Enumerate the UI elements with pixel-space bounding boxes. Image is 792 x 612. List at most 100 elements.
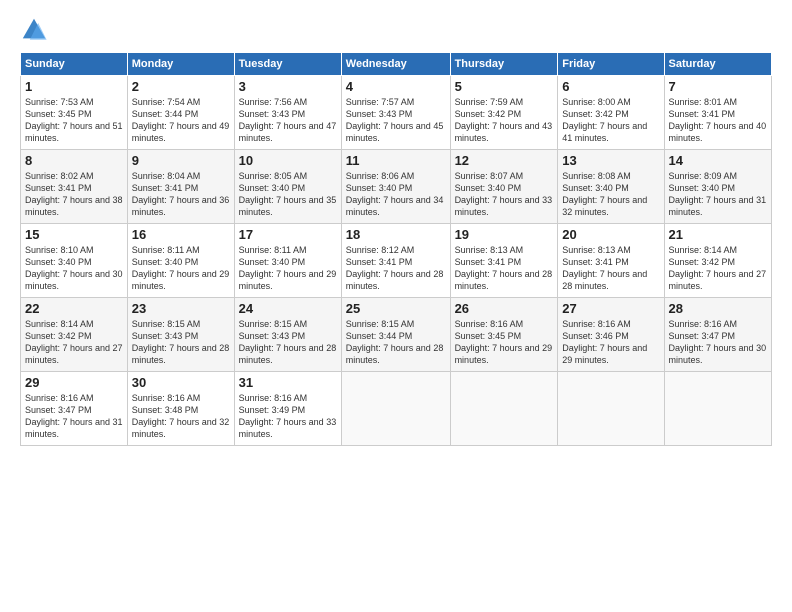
calendar-cell: 6 Sunrise: 8:00 AMSunset: 3:42 PMDaylight… xyxy=(558,76,664,150)
day-number: 11 xyxy=(346,153,446,168)
day-info: Sunrise: 8:15 AMSunset: 3:44 PMDaylight:… xyxy=(346,318,446,367)
page: SundayMondayTuesdayWednesdayThursdayFrid… xyxy=(0,0,792,612)
calendar-cell: 19 Sunrise: 8:13 AMSunset: 3:41 PMDayligh… xyxy=(450,224,558,298)
day-number: 9 xyxy=(132,153,230,168)
calendar-cell: 28Sunrise: 8:16 AMSunset: 3:47 PMDayligh… xyxy=(664,298,771,372)
calendar-cell: 23 Sunrise: 8:15 AMSunset: 3:43 PMDayligh… xyxy=(127,298,234,372)
day-number: 16 xyxy=(132,227,230,242)
calendar-cell: 4 Sunrise: 7:57 AMSunset: 3:43 PMDaylight… xyxy=(341,76,450,150)
day-info: Sunrise: 8:14 AMSunset: 3:42 PMDaylight:… xyxy=(669,244,767,293)
calendar-cell: 5 Sunrise: 7:59 AMSunset: 3:42 PMDaylight… xyxy=(450,76,558,150)
calendar-cell: 17 Sunrise: 8:11 AMSunset: 3:40 PMDayligh… xyxy=(234,224,341,298)
day-number: 30 xyxy=(132,375,230,390)
day-number: 14 xyxy=(669,153,767,168)
day-info: Sunrise: 8:10 AMSunset: 3:40 PMDaylight:… xyxy=(25,244,123,293)
day-info: Sunrise: 8:04 AMSunset: 3:41 PMDaylight:… xyxy=(132,170,230,219)
day-info: Sunrise: 8:01 AMSunset: 3:41 PMDaylight:… xyxy=(669,96,767,145)
calendar-cell: 24 Sunrise: 8:15 AMSunset: 3:43 PMDayligh… xyxy=(234,298,341,372)
calendar-cell: 9 Sunrise: 8:04 AMSunset: 3:41 PMDaylight… xyxy=(127,150,234,224)
col-header-saturday: Saturday xyxy=(664,53,771,76)
day-number: 18 xyxy=(346,227,446,242)
calendar-cell: 10Sunrise: 8:05 AMSunset: 3:40 PMDayligh… xyxy=(234,150,341,224)
day-info: Sunrise: 8:02 AMSunset: 3:41 PMDaylight:… xyxy=(25,170,123,219)
header-row: SundayMondayTuesdayWednesdayThursdayFrid… xyxy=(21,53,772,76)
day-number: 5 xyxy=(455,79,554,94)
calendar-cell: 25 Sunrise: 8:15 AMSunset: 3:44 PMDayligh… xyxy=(341,298,450,372)
day-info: Sunrise: 8:16 AMSunset: 3:46 PMDaylight:… xyxy=(562,318,659,367)
day-number: 2 xyxy=(132,79,230,94)
day-info: Sunrise: 8:13 AMSunset: 3:41 PMDaylight:… xyxy=(455,244,554,293)
day-info: Sunrise: 7:57 AMSunset: 3:43 PMDaylight:… xyxy=(346,96,446,145)
calendar-cell xyxy=(664,372,771,446)
col-header-thursday: Thursday xyxy=(450,53,558,76)
day-number: 6 xyxy=(562,79,659,94)
day-number: 20 xyxy=(562,227,659,242)
day-info: Sunrise: 8:14 AMSunset: 3:42 PMDaylight:… xyxy=(25,318,123,367)
calendar-cell: 11Sunrise: 8:06 AMSunset: 3:40 PMDayligh… xyxy=(341,150,450,224)
calendar-cell: 20Sunrise: 8:13 AMSunset: 3:41 PMDayligh… xyxy=(558,224,664,298)
day-number: 3 xyxy=(239,79,337,94)
calendar-cell xyxy=(450,372,558,446)
day-info: Sunrise: 8:16 AMSunset: 3:49 PMDaylight:… xyxy=(239,392,337,441)
calendar-cell: 31 Sunrise: 8:16 AMSunset: 3:49 PMDayligh… xyxy=(234,372,341,446)
logo xyxy=(20,16,52,44)
day-info: Sunrise: 7:59 AMSunset: 3:42 PMDaylight:… xyxy=(455,96,554,145)
calendar-cell: 13 Sunrise: 8:08 AMSunset: 3:40 PMDayligh… xyxy=(558,150,664,224)
calendar-cell: 15Sunrise: 8:10 AMSunset: 3:40 PMDayligh… xyxy=(21,224,128,298)
day-number: 8 xyxy=(25,153,123,168)
col-header-sunday: Sunday xyxy=(21,53,128,76)
day-info: Sunrise: 8:05 AMSunset: 3:40 PMDaylight:… xyxy=(239,170,337,219)
day-number: 21 xyxy=(669,227,767,242)
day-info: Sunrise: 8:16 AMSunset: 3:45 PMDaylight:… xyxy=(455,318,554,367)
day-number: 31 xyxy=(239,375,337,390)
calendar-cell: 29 Sunrise: 8:16 AMSunset: 3:47 PMDayligh… xyxy=(21,372,128,446)
day-info: Sunrise: 7:54 AMSunset: 3:44 PMDaylight:… xyxy=(132,96,230,145)
day-info: Sunrise: 8:16 AMSunset: 3:47 PMDaylight:… xyxy=(25,392,123,441)
calendar-cell xyxy=(558,372,664,446)
day-number: 7 xyxy=(669,79,767,94)
week-row-4: 22 Sunrise: 8:14 AMSunset: 3:42 PMDayligh… xyxy=(21,298,772,372)
day-number: 28 xyxy=(669,301,767,316)
day-number: 24 xyxy=(239,301,337,316)
calendar-cell: 21 Sunrise: 8:14 AMSunset: 3:42 PMDayligh… xyxy=(664,224,771,298)
week-row-1: 1Sunrise: 7:53 AMSunset: 3:45 PMDaylight… xyxy=(21,76,772,150)
day-number: 12 xyxy=(455,153,554,168)
week-row-2: 8 Sunrise: 8:02 AMSunset: 3:41 PMDaylight… xyxy=(21,150,772,224)
calendar-cell: 16 Sunrise: 8:11 AMSunset: 3:40 PMDayligh… xyxy=(127,224,234,298)
calendar-cell: 30Sunrise: 8:16 AMSunset: 3:48 PMDayligh… xyxy=(127,372,234,446)
calendar-cell: 26Sunrise: 8:16 AMSunset: 3:45 PMDayligh… xyxy=(450,298,558,372)
day-info: Sunrise: 8:00 AMSunset: 3:42 PMDaylight:… xyxy=(562,96,659,145)
calendar-table: SundayMondayTuesdayWednesdayThursdayFrid… xyxy=(20,52,772,446)
day-number: 23 xyxy=(132,301,230,316)
day-number: 17 xyxy=(239,227,337,242)
day-number: 4 xyxy=(346,79,446,94)
day-info: Sunrise: 8:15 AMSunset: 3:43 PMDaylight:… xyxy=(239,318,337,367)
calendar-cell: 2 Sunrise: 7:54 AMSunset: 3:44 PMDaylight… xyxy=(127,76,234,150)
day-info: Sunrise: 8:07 AMSunset: 3:40 PMDaylight:… xyxy=(455,170,554,219)
day-info: Sunrise: 8:12 AMSunset: 3:41 PMDaylight:… xyxy=(346,244,446,293)
day-info: Sunrise: 8:15 AMSunset: 3:43 PMDaylight:… xyxy=(132,318,230,367)
week-row-5: 29 Sunrise: 8:16 AMSunset: 3:47 PMDayligh… xyxy=(21,372,772,446)
col-header-tuesday: Tuesday xyxy=(234,53,341,76)
calendar-cell: 27 Sunrise: 8:16 AMSunset: 3:46 PMDayligh… xyxy=(558,298,664,372)
day-info: Sunrise: 8:11 AMSunset: 3:40 PMDaylight:… xyxy=(239,244,337,293)
day-number: 25 xyxy=(346,301,446,316)
day-number: 19 xyxy=(455,227,554,242)
day-info: Sunrise: 8:08 AMSunset: 3:40 PMDaylight:… xyxy=(562,170,659,219)
calendar-cell: 12 Sunrise: 8:07 AMSunset: 3:40 PMDayligh… xyxy=(450,150,558,224)
calendar-cell: 8 Sunrise: 8:02 AMSunset: 3:41 PMDaylight… xyxy=(21,150,128,224)
col-header-monday: Monday xyxy=(127,53,234,76)
day-number: 1 xyxy=(25,79,123,94)
calendar-cell: 7 Sunrise: 8:01 AMSunset: 3:41 PMDaylight… xyxy=(664,76,771,150)
col-header-friday: Friday xyxy=(558,53,664,76)
calendar-cell: 14Sunrise: 8:09 AMSunset: 3:40 PMDayligh… xyxy=(664,150,771,224)
day-number: 29 xyxy=(25,375,123,390)
day-info: Sunrise: 8:11 AMSunset: 3:40 PMDaylight:… xyxy=(132,244,230,293)
col-header-wednesday: Wednesday xyxy=(341,53,450,76)
day-info: Sunrise: 7:56 AMSunset: 3:43 PMDaylight:… xyxy=(239,96,337,145)
day-number: 22 xyxy=(25,301,123,316)
calendar-cell xyxy=(341,372,450,446)
calendar-cell: 22 Sunrise: 8:14 AMSunset: 3:42 PMDayligh… xyxy=(21,298,128,372)
day-number: 13 xyxy=(562,153,659,168)
day-number: 27 xyxy=(562,301,659,316)
